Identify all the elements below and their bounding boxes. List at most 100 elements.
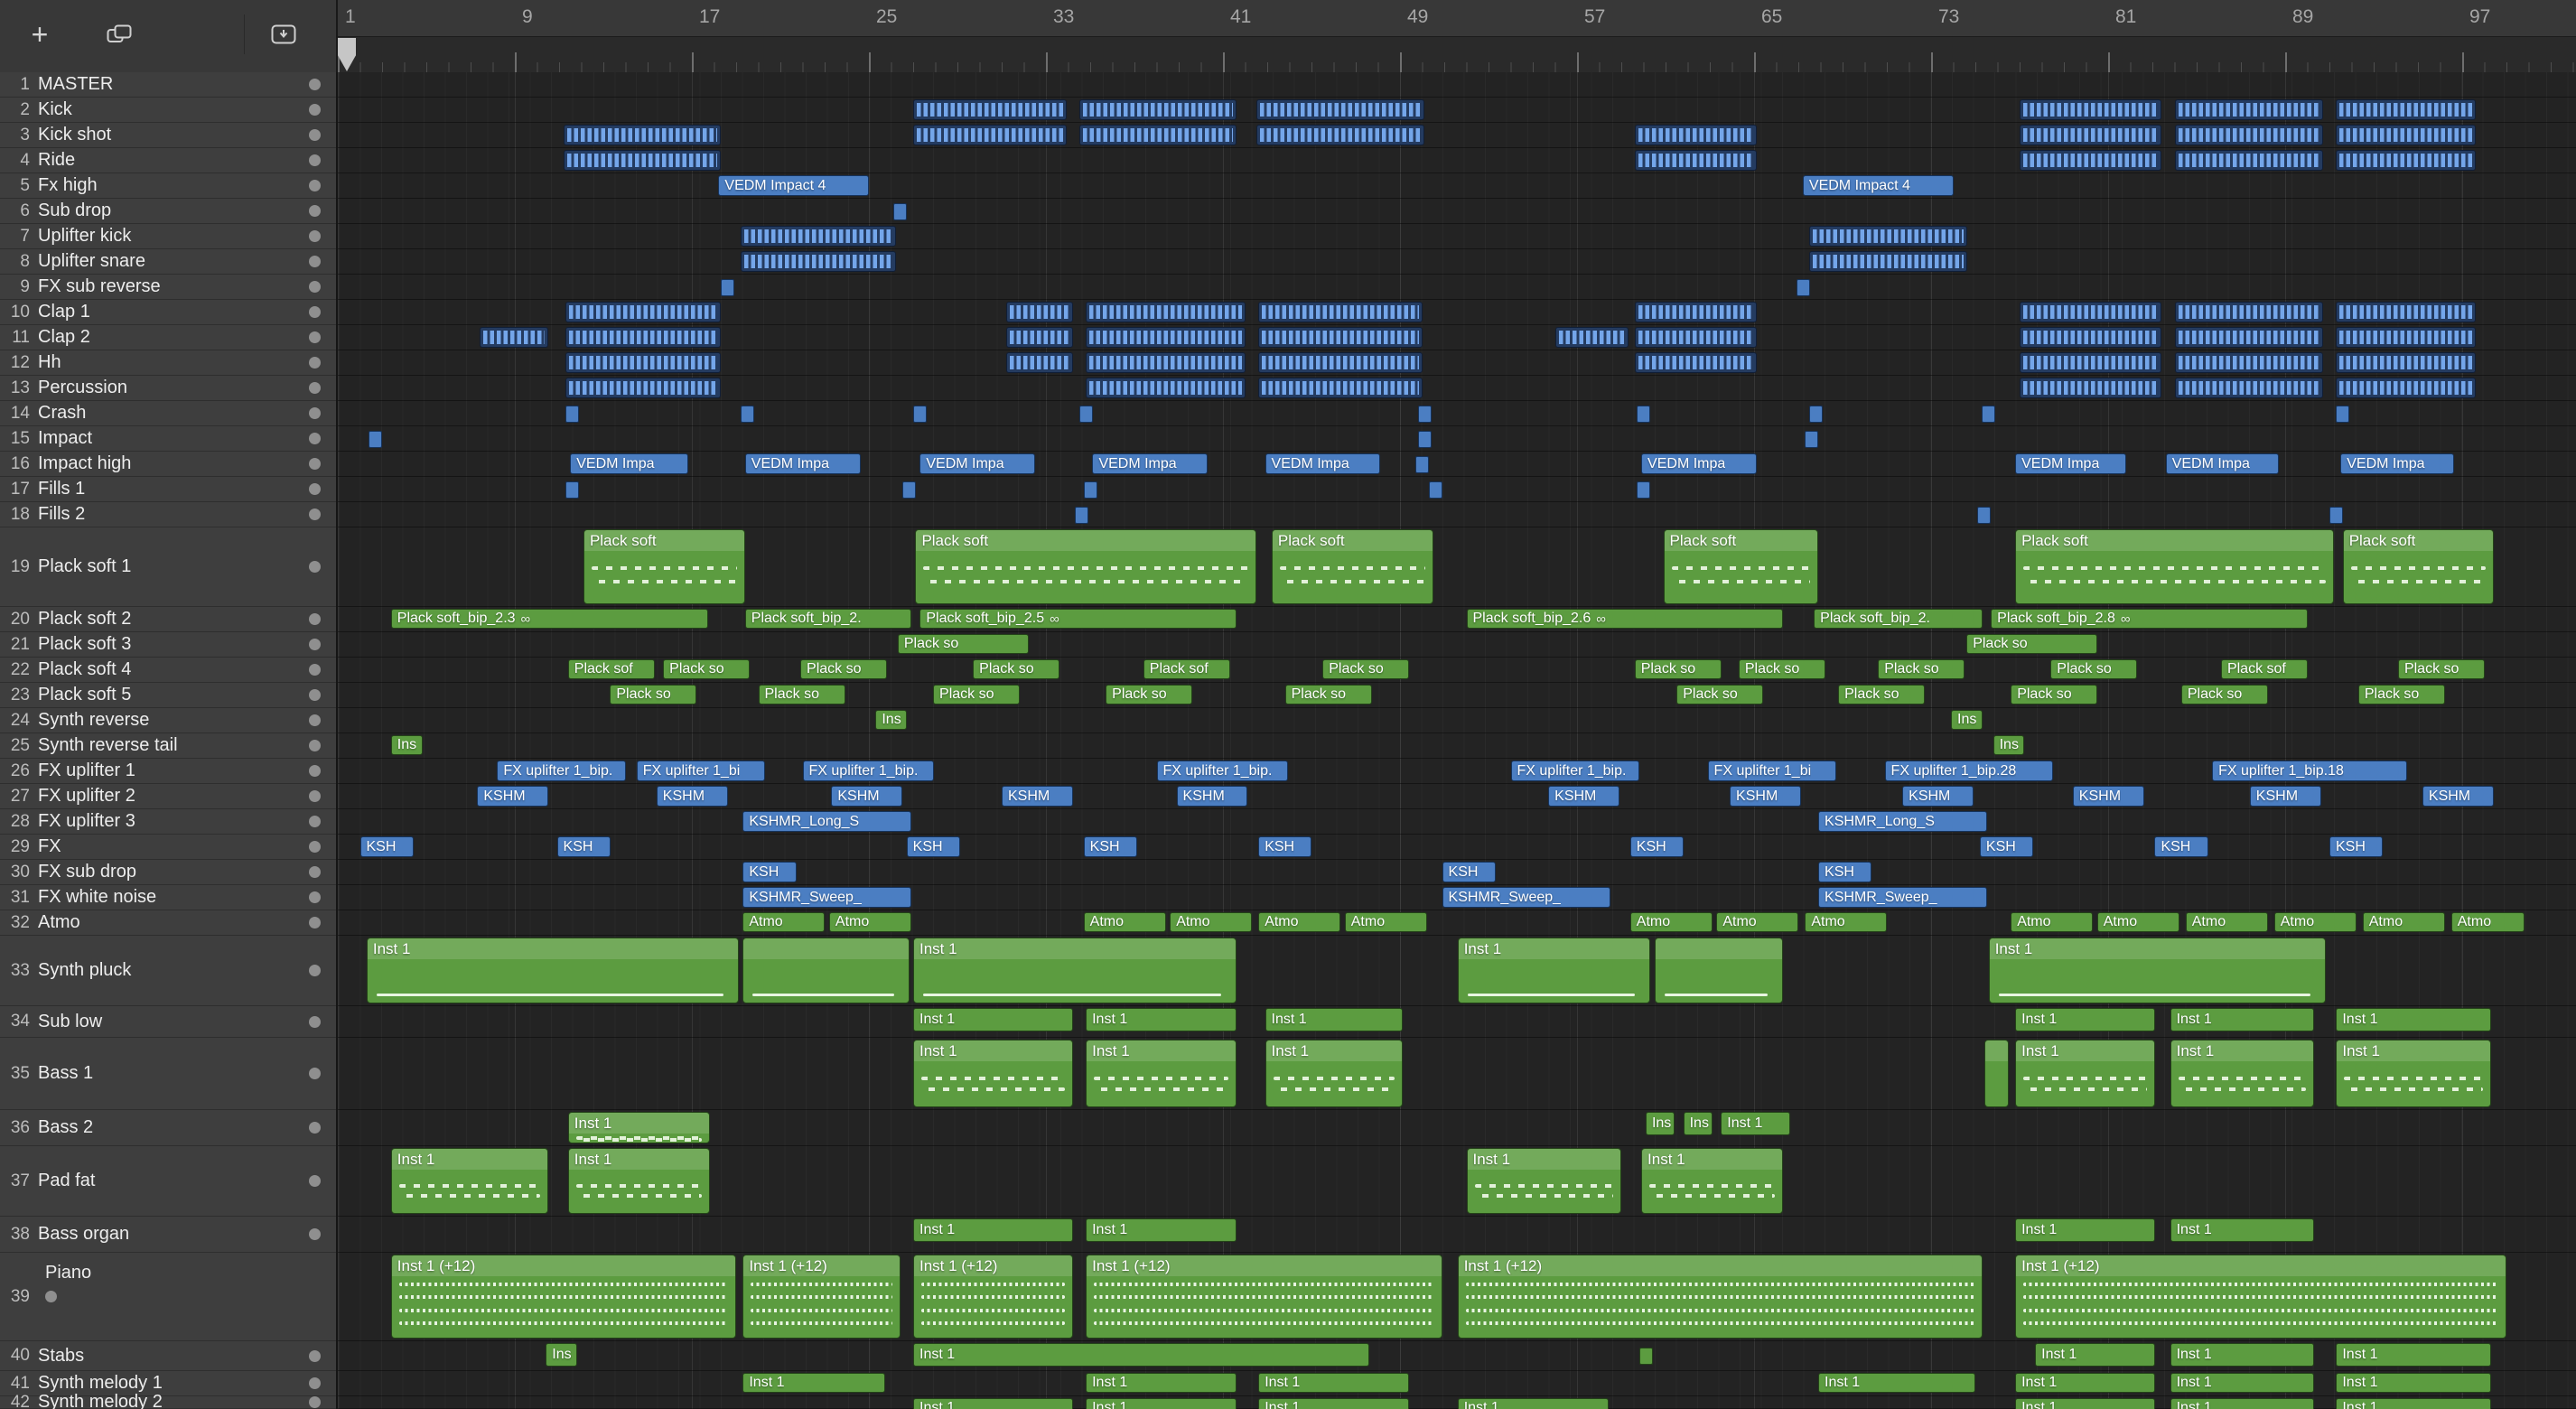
green-region[interactable]: Atmo (1805, 912, 1888, 932)
blue-region[interactable]: KSHM (2072, 786, 2144, 807)
midi-pattern-region[interactable] (1809, 226, 1967, 247)
green-region[interactable]: Inst 1 (742, 1373, 885, 1393)
green-region[interactable]: Inst 1 (2015, 1218, 2155, 1242)
small-blue-region[interactable] (1417, 430, 1432, 448)
blue-region[interactable]: KSH (1629, 836, 1685, 857)
track-row-5[interactable]: 5 Fx high (0, 173, 336, 199)
midi-pattern-region[interactable] (2174, 378, 2324, 398)
small-blue-region[interactable] (1074, 506, 1088, 524)
green-region[interactable]: Inst 1 (2170, 1343, 2315, 1367)
green-region[interactable]: Inst 1 (1466, 1148, 1622, 1214)
track-row-35[interactable]: 35 Bass 1 (0, 1038, 336, 1110)
midi-pattern-region[interactable] (2020, 327, 2162, 348)
midi-pattern-region[interactable] (1634, 150, 1757, 171)
small-blue-region[interactable] (1417, 405, 1432, 423)
track-mute-dot[interactable] (309, 561, 321, 573)
midi-pattern-region[interactable] (1634, 125, 1757, 145)
green-region[interactable]: Plack so (897, 634, 1029, 654)
midi-pattern-region[interactable] (1005, 352, 1073, 373)
green-region[interactable]: Inst 1 (913, 1218, 1073, 1242)
green-region[interactable]: Plack so (610, 685, 697, 704)
track-mute-dot[interactable] (309, 866, 321, 878)
track-mute-dot[interactable] (309, 180, 321, 191)
blue-region[interactable]: KSHMR_Long_S (1818, 811, 1987, 832)
track-mute-dot[interactable] (309, 891, 321, 903)
blue-region[interactable]: KSHM (1002, 786, 1073, 807)
small-blue-region[interactable] (2336, 405, 2350, 423)
blue-region[interactable]: FX uplifter 1_bip. (802, 760, 934, 781)
small-blue-region[interactable] (913, 405, 927, 423)
green-region[interactable]: Inst 1 (2170, 1008, 2315, 1031)
midi-pattern-region[interactable] (2174, 302, 2324, 322)
green-region[interactable]: Plack sof (2220, 659, 2308, 679)
track-row-9[interactable]: 9 FX sub reverse (0, 275, 336, 300)
blue-region[interactable]: KSH (2329, 836, 2384, 857)
midi-pattern-region[interactable] (2336, 302, 2477, 322)
midi-pattern-region[interactable] (2174, 150, 2324, 171)
blue-region[interactable]: FX uplifter 1_bip. (497, 760, 626, 781)
green-region[interactable]: Atmo (1344, 912, 1427, 932)
track-row-30[interactable]: 30 FX sub drop (0, 860, 336, 885)
green-region[interactable]: Atmo (2011, 912, 2094, 932)
green-region[interactable]: Plack so (1634, 659, 1722, 679)
green-region[interactable]: Ins (875, 710, 908, 730)
green-region[interactable]: Inst 1 (1721, 1112, 1790, 1135)
midi-pattern-region[interactable] (2020, 378, 2162, 398)
blue-region[interactable]: KSH (1979, 836, 2034, 857)
small-blue-region[interactable] (892, 202, 907, 220)
midi-pattern-region[interactable] (1634, 352, 1757, 373)
blue-region[interactable]: VEDM Impa (744, 453, 861, 474)
track-mute-dot[interactable] (309, 256, 321, 267)
green-region[interactable]: Ins (1683, 1112, 1713, 1135)
green-region[interactable]: Atmo (2273, 912, 2357, 932)
blue-region[interactable]: KSH (556, 836, 611, 857)
small-blue-region[interactable] (901, 481, 916, 499)
midi-pattern-region[interactable] (565, 327, 722, 348)
blue-region[interactable]: KSH (742, 862, 797, 882)
green-region[interactable]: Inst 1 (2336, 1343, 2492, 1367)
track-mute-dot[interactable] (309, 458, 321, 470)
small-blue-region[interactable] (1415, 455, 1430, 473)
duplicate-track-button[interactable] (94, 16, 145, 52)
blue-region[interactable]: FX uplifter 1_bip. (1510, 760, 1640, 781)
small-blue-region[interactable] (740, 405, 754, 423)
green-region[interactable]: Inst 1 (2336, 1040, 2492, 1107)
green-region[interactable]: Inst 1 (1818, 1373, 1976, 1393)
midi-pattern-region[interactable] (2020, 150, 2162, 171)
midi-pattern-region[interactable] (1554, 327, 1629, 348)
blue-region[interactable]: KSHMR_Sweep_ (1818, 887, 1987, 908)
green-region[interactable]: Plack so (2357, 685, 2445, 704)
blue-region[interactable]: KSH (359, 836, 414, 857)
green-region[interactable]: Inst 1 (2336, 1008, 2492, 1031)
blue-region[interactable]: KSHM (1176, 786, 1248, 807)
small-blue-region[interactable] (1078, 405, 1093, 423)
midi-pattern-region[interactable] (1078, 99, 1237, 120)
blue-region[interactable]: VEDM Impact 4 (1802, 175, 1954, 196)
track-row-26[interactable]: 26 FX uplifter 1 (0, 759, 336, 784)
green-region[interactable]: Atmo (2362, 912, 2445, 932)
green-region[interactable]: Inst 1 (2015, 1373, 2155, 1393)
green-region[interactable]: Plack soft_bip_2.3 ∞ (390, 609, 708, 629)
green-region[interactable]: Ins (390, 735, 423, 755)
green-region[interactable]: Plack so (2397, 659, 2485, 679)
green-region[interactable]: Plack soft (1271, 529, 1434, 604)
green-region[interactable]: Plack so (2050, 659, 2138, 679)
small-blue-region[interactable] (1083, 481, 1097, 499)
small-blue-region[interactable] (1428, 481, 1442, 499)
blue-region[interactable]: KSHM (2422, 786, 2494, 807)
green-region[interactable]: Plack so (800, 659, 888, 679)
green-region[interactable]: Atmo (2185, 912, 2268, 932)
track-row-36[interactable]: 36 Bass 2 (0, 1110, 336, 1146)
blue-region[interactable]: FX uplifter 1_bi (636, 760, 766, 781)
small-blue-region[interactable] (369, 430, 383, 448)
green-region[interactable]: Atmo (2096, 912, 2179, 932)
green-region[interactable]: Inst 1 (567, 1112, 711, 1143)
track-mute-dot[interactable] (309, 1396, 321, 1408)
midi-pattern-region[interactable] (1809, 251, 1967, 272)
track-row-21[interactable]: 21 Plack soft 3 (0, 632, 336, 658)
small-green-region[interactable] (1638, 1348, 1653, 1365)
blue-region[interactable]: KSHMR_Sweep_ (1442, 887, 1611, 908)
track-row-39[interactable]: 39 Piano (0, 1253, 336, 1341)
track-mute-dot[interactable] (309, 1175, 321, 1187)
track-mute-dot[interactable] (309, 1068, 321, 1079)
